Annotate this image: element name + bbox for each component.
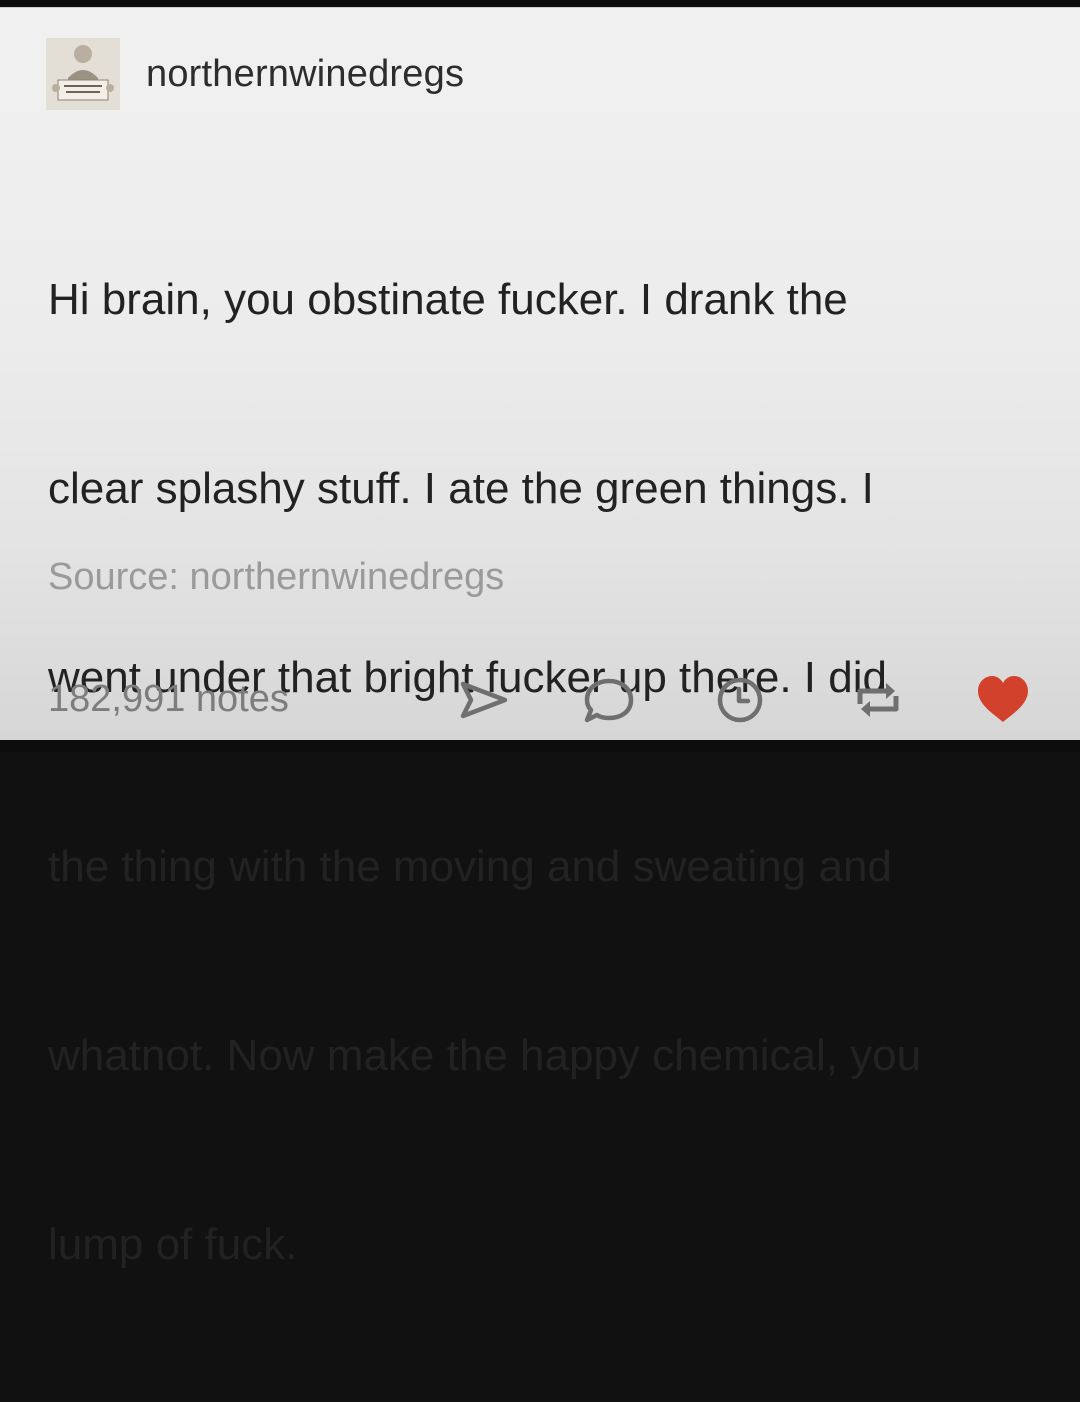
reply-button[interactable]: [578, 670, 638, 730]
username-link[interactable]: northernwinedregs: [146, 53, 464, 96]
avatar-person-holding-sign-icon: [46, 38, 120, 110]
post-footer: 182,991 notes: [48, 670, 1038, 734]
post-body-line: lump of fuck.: [48, 1220, 298, 1269]
post-body-line: the thing with the moving and sweating a…: [48, 842, 892, 891]
post-body-line: Hi brain, you obstinate fucker. I drank …: [48, 275, 848, 324]
heart-icon: [978, 676, 1028, 722]
reblog-button[interactable]: [848, 670, 908, 730]
post-body-line: clear splashy stuff. I ate the green thi…: [48, 464, 874, 513]
source-link[interactable]: northernwinedregs: [190, 556, 505, 598]
share-button[interactable]: [453, 670, 513, 730]
source-label: Source:: [48, 556, 179, 598]
reblog-icon: [857, 683, 899, 717]
notes-count[interactable]: 182,991 notes: [48, 678, 289, 721]
clock-icon: [717, 677, 763, 723]
avatar[interactable]: [46, 38, 120, 110]
paper-plane-icon: [460, 681, 508, 719]
like-button[interactable]: [973, 670, 1033, 730]
post-card: northernwinedregs Hi brain, you obstinat…: [0, 7, 1080, 1269]
post-header: northernwinedregs: [46, 38, 464, 110]
speech-bubble-icon: [584, 678, 634, 723]
queue-button[interactable]: [710, 670, 770, 730]
top-border: [0, 0, 1080, 7]
post-body-line: whatnot. Now make the happy chemical, yo…: [48, 1031, 922, 1080]
post-body: Hi brain, you obstinate fucker. I drank …: [48, 142, 1038, 1402]
bottom-border: [0, 740, 1080, 752]
source-attribution: Source: northernwinedregs: [48, 556, 504, 599]
